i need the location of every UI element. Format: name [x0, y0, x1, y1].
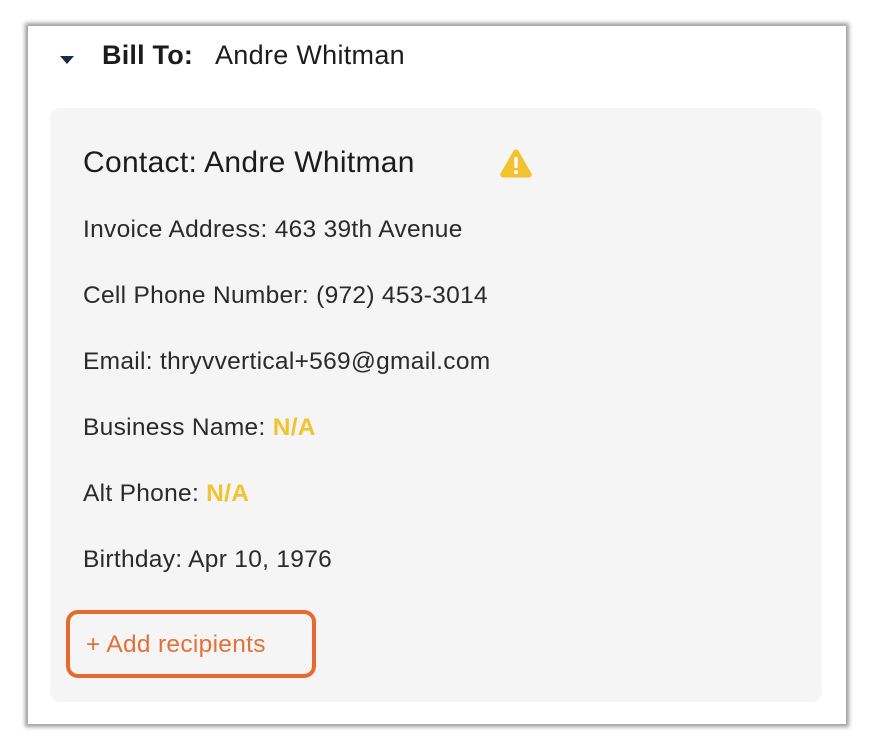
add-recipients-label[interactable]: + Add recipients	[86, 631, 266, 659]
add-recipients-button[interactable]: + Add recipients	[66, 610, 316, 678]
cell-phone-row: Cell Phone Number: (972) 453-3014	[83, 282, 488, 310]
birthday-value: Apr 10, 1976	[188, 546, 333, 573]
invoice-address-value: 463 39th Avenue	[274, 216, 463, 243]
warning-triangle-icon[interactable]	[499, 148, 533, 178]
bill-to-label: Bill To:	[102, 40, 194, 70]
invoice-address-row: Invoice Address: 463 39th Avenue	[83, 216, 463, 244]
birthday-label: Birthday:	[83, 546, 183, 573]
business-name-value: N/A	[272, 414, 316, 441]
business-name-label: Business Name:	[83, 414, 266, 441]
birthday-row: Birthday: Apr 10, 1976	[83, 546, 332, 574]
email-label: Email:	[83, 348, 153, 375]
alt-phone-label: Alt Phone:	[83, 480, 200, 507]
cell-phone-value: (972) 453-3014	[316, 282, 488, 309]
email-row: Email: thryvvertical+569@gmail.com	[83, 348, 490, 376]
invoice-address-label: Invoice Address:	[83, 216, 268, 243]
caret-down-icon[interactable]	[60, 56, 74, 64]
alt-phone-row: Alt Phone: N/A	[83, 480, 249, 508]
business-name-row: Business Name: N/A	[83, 414, 316, 442]
bill-to-header[interactable]: Bill To: Andre Whitman	[28, 26, 846, 92]
contact-title: Contact: Andre Whitman	[83, 146, 415, 179]
cell-phone-label: Cell Phone Number:	[83, 282, 310, 309]
alt-phone-value: N/A	[206, 480, 250, 507]
bill-to-name: Andre Whitman	[215, 40, 405, 70]
bill-to-panel: Bill To: Andre Whitman Contact: Andre Wh…	[28, 26, 846, 724]
email-value: thryvvertical+569@gmail.com	[159, 348, 491, 375]
contact-card: Contact: Andre Whitman Invoice Address: …	[50, 108, 822, 702]
